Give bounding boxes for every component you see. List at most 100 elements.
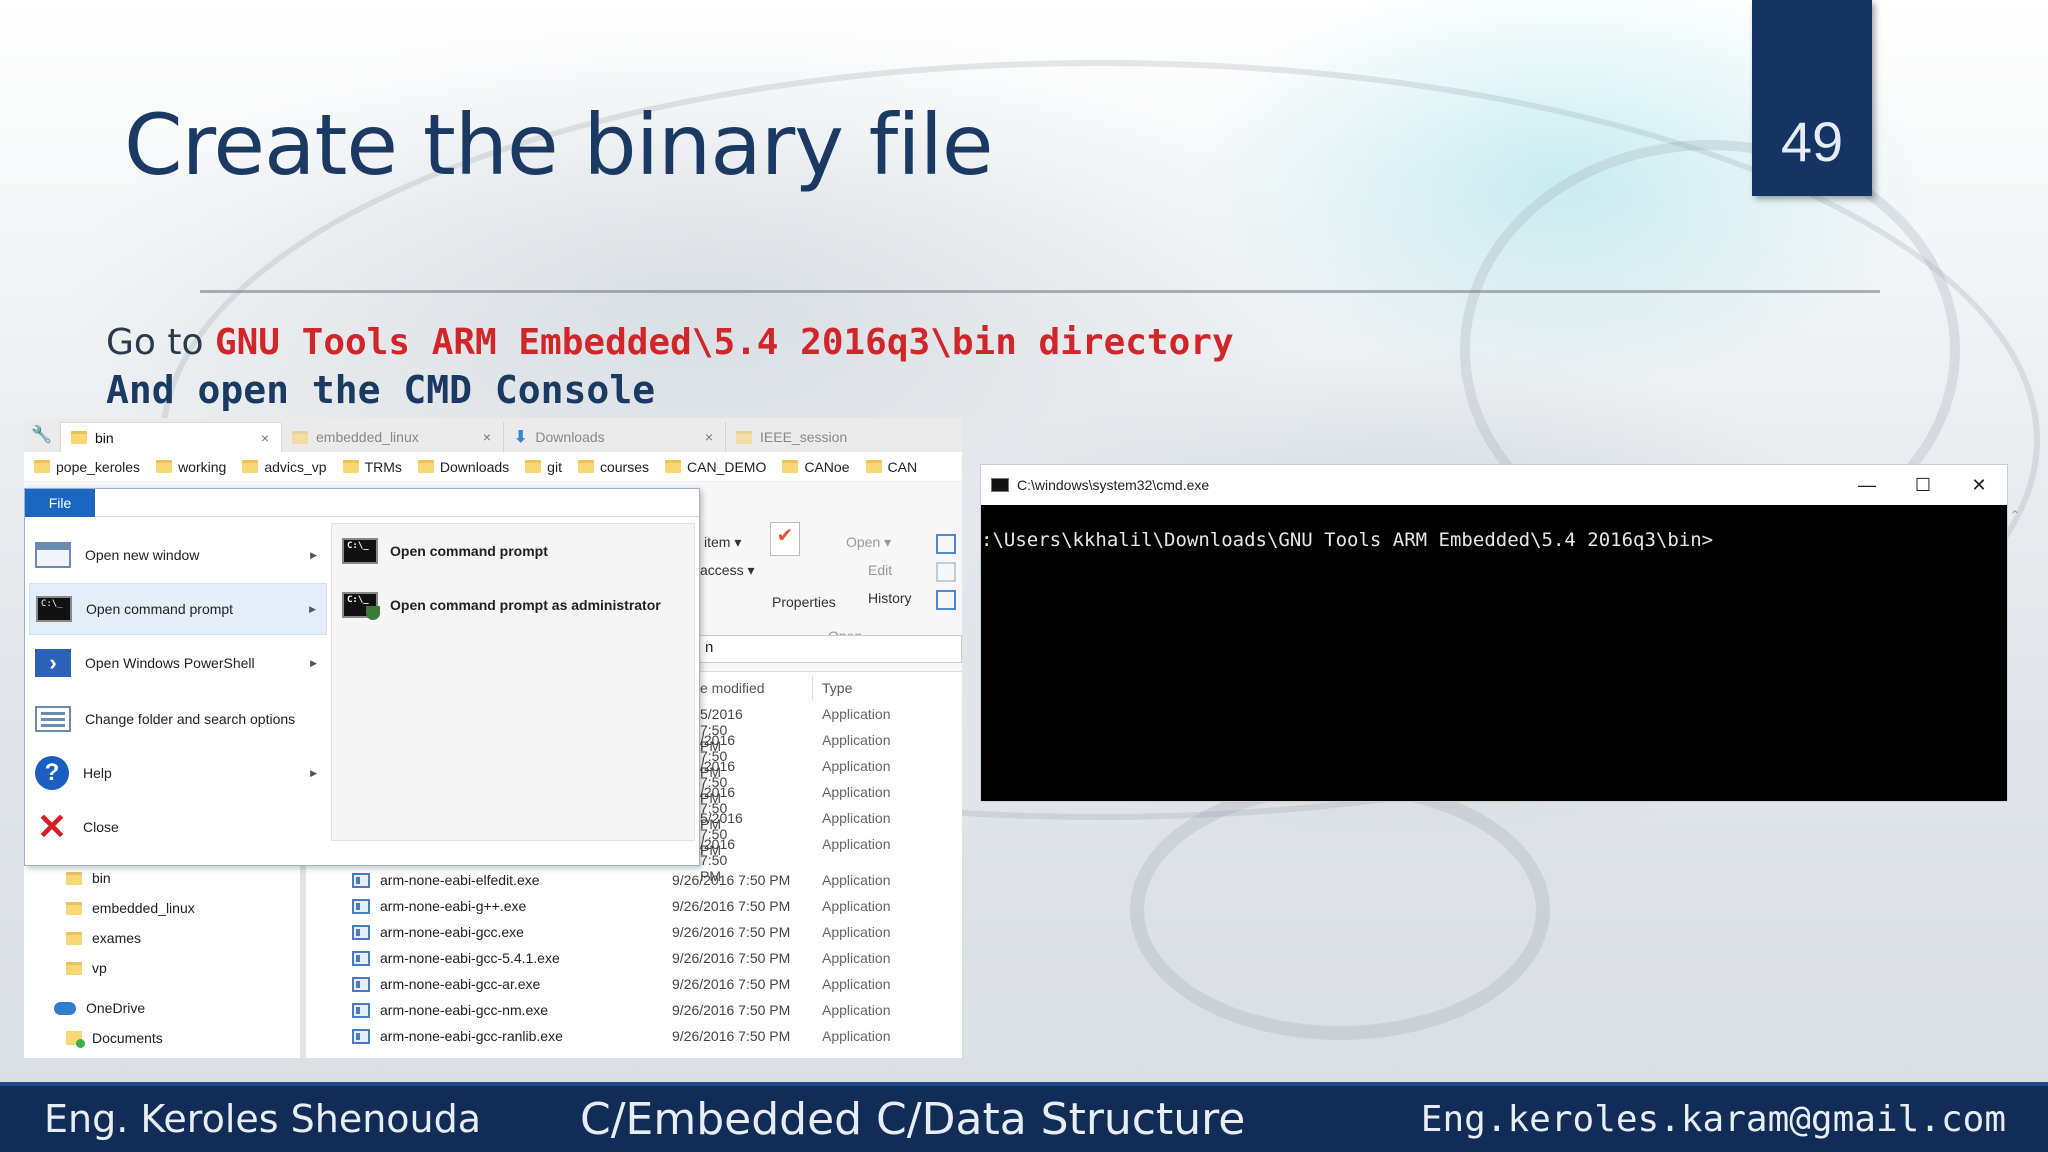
tab-label: IEEE_session [760,429,848,445]
tab-ieee-session[interactable]: IEEE_session [726,422,948,452]
menu-open-new-window[interactable]: Open new window ▶ [29,529,327,581]
wrench-icon[interactable]: 🔧 [24,418,60,452]
shield-icon [366,606,380,620]
nav-item-documents[interactable]: Documents [66,1030,163,1048]
favorite-label: pope_keroles [56,458,141,475]
favorite-item[interactable]: working [156,459,226,475]
favorite-item[interactable]: courses [577,459,649,475]
favorite-item[interactable]: TRMs [342,458,402,475]
file-type: Application [822,872,891,888]
favorite-label: Downloads [439,458,510,475]
scroll-up-icon[interactable]: ⌃ [2010,508,2020,522]
close-tab-icon[interactable]: × [261,430,269,446]
tab-embedded-linux[interactable]: embedded_linux × [282,422,504,452]
file-name: arm-none-eabi-gcc-ar.exe [380,976,541,992]
window-controls: — ☐ ✕ [1839,465,2007,505]
row-type: Application [822,784,891,800]
tab-bin[interactable]: bin × [60,422,282,452]
favorite-label: git [547,458,562,475]
folder-icon [66,931,82,945]
nav-item-vp[interactable]: vp [66,960,107,976]
file-type: Application [822,1002,891,1018]
menu-open-command-prompt[interactable]: C:\_ Open command prompt ▶ [29,583,327,635]
cmd-title-bar[interactable]: C:\windows\system32\cmd.exe — ☐ ✕ [981,465,2007,505]
select-all-icon[interactable] [936,534,956,554]
folder-icon [525,460,542,473]
options-icon [35,706,71,732]
address-bar[interactable]: n [698,635,962,663]
tab-label: bin [95,429,114,446]
command-prompt-submenu: C:\_ Open command prompt C:\_ Open command… [331,523,695,841]
favorite-label: advics_vp [264,458,327,475]
close-tab-icon[interactable]: × [705,429,713,445]
ribbon-easy-access[interactable]: access ▾ [700,562,755,579]
column-type[interactable]: Type [822,680,852,696]
invert-selection-icon[interactable] [936,590,956,610]
submenu-label: Open command prompt [390,543,548,559]
footer-email: Eng.keroles.karam@gmail.com [1420,1098,2006,1140]
nav-label: vp [92,960,107,976]
folder-icon [577,460,594,473]
menu-change-folder-options[interactable]: Change folder and search options [29,693,327,745]
file-row-gcc-ranlib[interactable]: arm-none-eabi-gcc-ranlib.exe [352,1028,563,1044]
folder-icon [665,460,681,473]
file-tab[interactable]: File [25,489,95,517]
file-row-elfedit[interactable]: arm-none-eabi-elfedit.exe [352,872,540,888]
file-row-gcc[interactable]: arm-none-eabi-gcc.exe [352,924,524,940]
submenu-open-command-prompt-admin[interactable]: C:\_ Open command prompt as administrator [342,592,661,620]
close-tab-icon[interactable]: × [483,429,491,445]
nav-item-bin[interactable]: bin [66,870,111,886]
favorite-item[interactable]: pope_keroles [34,459,140,475]
instruction-line-1: Go to GNU Tools ARM Embedded\5.4 2016q3\… [106,322,1234,363]
chevron-right-icon: ▶ [310,767,317,778]
tab-downloads[interactable]: ⬇ Downloads × [504,422,726,452]
row-type: Application [822,706,891,722]
column-date-modified[interactable]: e modified [700,680,765,696]
menu-close[interactable]: ✕ Close [29,801,327,853]
folder-icon [66,961,82,975]
select-none-icon[interactable] [936,562,956,582]
nav-item-embedded-linux[interactable]: embedded_linux [66,900,195,916]
cmd-icon: C:\_ [36,596,72,622]
chevron-right-icon: ▶ [310,657,317,668]
file-date: 9/26/2016 7:50 PM [672,1028,791,1044]
exe-icon [352,1002,370,1018]
favorite-item[interactable]: git [525,459,562,475]
favorite-label: TRMs [364,458,402,475]
ribbon-select-item[interactable]: item ▾ [704,534,741,551]
favorite-item[interactable]: Downloads [417,458,510,475]
favorite-item[interactable]: CAN [865,459,917,475]
submenu-open-command-prompt[interactable]: C:\_ Open command prompt [342,538,548,564]
file-explorer-window: 🔧 bin × embedded_linux × ⬇ Downloads × IEEE_… [24,418,962,1058]
cmd-console[interactable]: :\Users\kkhalil\Downloads\GNU Tools ARM … [981,505,2007,551]
menu-open-powershell[interactable]: › Open Windows PowerShell ▶ [29,637,327,689]
properties-icon[interactable]: ✔ [770,522,800,556]
column-separator[interactable] [812,676,813,700]
close-button[interactable]: ✕ [1951,465,2007,505]
file-type: Application [822,976,891,992]
folder-icon [736,430,752,444]
ribbon-open[interactable]: Open ▾ [846,534,891,551]
file-row-gcc-ar[interactable]: arm-none-eabi-gcc-ar.exe [352,976,540,992]
favorite-item[interactable]: CAN_DEMO [665,459,766,475]
menu-help[interactable]: ? Help ▶ [29,747,327,799]
maximize-button[interactable]: ☐ [1895,465,1951,505]
instruction-path: GNU Tools ARM Embedded\5.4 2016q3\bin di… [214,322,1234,363]
powershell-icon: › [35,649,71,677]
nav-item-exames[interactable]: exames [66,930,141,946]
ribbon-edit[interactable]: Edit [868,562,892,578]
file-row-gcc-nm[interactable]: arm-none-eabi-gcc-nm.exe [352,1002,548,1018]
file-row-gpp[interactable]: arm-none-eabi-g++.exe [352,898,526,914]
file-row-gcc-541[interactable]: arm-none-eabi-gcc-5.4.1.exe [352,950,560,966]
ribbon-history[interactable]: History [868,590,912,606]
folder-icon [865,460,882,473]
ribbon-properties[interactable]: Properties [772,594,836,610]
navigation-pane: bin embedded_linux exames vp OneDrive Do… [24,858,306,1058]
menu-label: Open new window [85,547,200,563]
favorite-item[interactable]: CANoe [782,459,850,475]
nav-item-onedrive[interactable]: OneDrive [54,1000,145,1016]
favorite-item[interactable]: advics_vp [242,458,327,475]
file-date: 9/26/2016 7:50 PM [672,950,791,966]
minimize-button[interactable]: — [1839,465,1895,505]
menu-label: Open command prompt [86,601,234,617]
